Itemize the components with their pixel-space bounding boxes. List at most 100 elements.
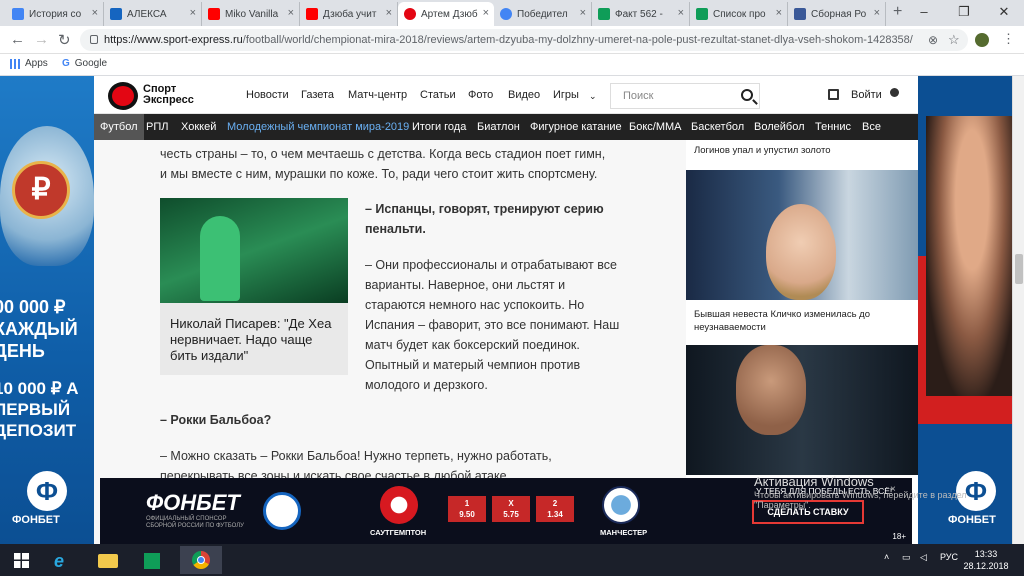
taskbar-clock[interactable]: 13:33 28.12.2018	[962, 548, 1010, 572]
nav-video[interactable]: Видео	[508, 89, 540, 101]
minimize-icon[interactable]: –	[904, 0, 944, 26]
new-tab-plus-icon[interactable]: +	[893, 3, 902, 21]
edit-icon[interactable]	[828, 89, 839, 100]
chrome-taskbar-icon[interactable]	[180, 546, 222, 574]
sports-menu: Футбол РПЛ Хоккей Молодежный чемпионат м…	[94, 114, 918, 140]
left-ad-text-1: 00 000 ₽ КАЖДЫЙ ДЕНЬ	[0, 297, 78, 361]
bookmark-google[interactable]: G Google	[62, 58, 107, 69]
close-icon[interactable]: ×	[288, 7, 294, 19]
star-icon[interactable]: ☆	[948, 32, 960, 48]
scroll-thumb[interactable]	[1015, 254, 1023, 284]
sheets-icon	[598, 8, 610, 20]
tab-9[interactable]: Сборная Ро ×	[788, 2, 886, 26]
lock-icon	[90, 35, 98, 44]
sport-tennis[interactable]: Теннис	[815, 121, 851, 133]
nav-articles[interactable]: Статьи	[420, 89, 456, 101]
close-icon[interactable]: ×	[190, 7, 196, 19]
sport-express-logo-icon[interactable]	[108, 82, 138, 110]
fonbet-logo-icon: Ф	[27, 471, 67, 511]
sport-express-icon	[404, 8, 416, 20]
left-ad-banner[interactable]: ₽ 00 000 ₽ КАЖДЫЙ ДЕНЬ 10 000 ₽ А ПЕРВЫЙ…	[0, 76, 94, 544]
login-link[interactable]: Войти	[851, 89, 882, 101]
close-window-icon[interactable]: ✕	[984, 0, 1024, 26]
ad-person-image	[926, 116, 1018, 396]
left-ad-brand: ФОНБЕТ	[12, 514, 60, 526]
language-indicator[interactable]: РУС	[940, 552, 958, 562]
tab-6[interactable]: Победител ×	[494, 2, 592, 26]
team-1-name: САУТГЕМПТОН	[370, 528, 427, 537]
nav-news[interactable]: Новости	[246, 89, 289, 101]
close-icon[interactable]: ×	[776, 7, 782, 19]
nav-photo[interactable]: Фото	[468, 89, 493, 101]
web-page: ₽ 00 000 ₽ КАЖДЫЙ ДЕНЬ 10 000 ₽ А ПЕРВЫЙ…	[0, 76, 1024, 544]
bottom-ad-logo: ФОНБЕТ	[146, 490, 240, 515]
sport-rpl[interactable]: РПЛ	[146, 121, 168, 133]
url-bar[interactable]: https://www.sport-express.ru/football/wo…	[80, 29, 968, 51]
sport-basketball[interactable]: Баскетбол	[691, 121, 744, 133]
odd-2[interactable]: 2 1.34	[536, 496, 574, 522]
page-scrollbar[interactable]	[1012, 76, 1024, 544]
sport-boxing[interactable]: Бокс/ММА	[629, 121, 682, 133]
tab-3[interactable]: Miko Vanilla ×	[202, 2, 300, 26]
forward-arrow-icon[interactable]: →	[34, 31, 49, 48]
favicon-icon	[110, 8, 122, 20]
cast-icon[interactable]: ⊗	[928, 33, 938, 47]
sport-volleyball[interactable]: Волейбол	[754, 121, 805, 133]
ie-icon[interactable]: e	[44, 548, 80, 572]
menu-dots-icon[interactable]: ⋮	[1002, 31, 1015, 47]
woman-photo	[766, 204, 836, 300]
tab-1[interactable]: История со ×	[6, 2, 104, 26]
volume-icon[interactable]: ◁	[920, 552, 927, 563]
tab-7[interactable]: Факт 562 - ×	[592, 2, 690, 26]
close-icon[interactable]: ×	[678, 7, 684, 19]
favicon-icon	[12, 8, 24, 20]
nav-newspaper[interactable]: Газета	[301, 89, 334, 101]
reload-icon[interactable]: ↻	[58, 31, 71, 49]
sport-hockey[interactable]: Хоккей	[181, 121, 216, 133]
restore-icon[interactable]: ❐	[944, 0, 984, 26]
related-article-title[interactable]: Николай Писарев: "Де Хеа нервничает. Над…	[170, 316, 340, 364]
avatar[interactable]	[975, 33, 989, 47]
goalkeeper-photo	[160, 198, 348, 303]
google-icon	[500, 8, 512, 20]
close-icon[interactable]: ×	[483, 7, 489, 19]
news-item-1[interactable]: Логинов упал и упустил золото	[694, 144, 914, 157]
close-icon[interactable]: ×	[874, 7, 880, 19]
store-icon[interactable]	[134, 548, 170, 572]
nav-match-center[interactable]: Матч-центр	[348, 89, 407, 101]
sport-figure-skating[interactable]: Фигурное катание	[530, 121, 622, 133]
close-icon[interactable]: ×	[580, 7, 586, 19]
site-logo-text[interactable]: Спорт Экспресс	[143, 84, 194, 106]
tab-5-active[interactable]: Артем Дзюб ×	[398, 2, 494, 26]
sport-biathlon[interactable]: Биатлон	[477, 121, 520, 133]
tab-8[interactable]: Список про ×	[690, 2, 788, 26]
odd-x[interactable]: X 5.75	[492, 496, 530, 522]
news-item-2[interactable]: Бывшая невеста Кличко изменилась до неуз…	[694, 308, 914, 334]
chevron-down-icon[interactable]: ⌄	[589, 91, 597, 102]
news-photo-2[interactable]	[686, 345, 918, 475]
related-article-card[interactable]: Николай Писарев: "Де Хеа нервничает. Над…	[160, 198, 348, 375]
nav-games[interactable]: Игры	[553, 89, 579, 101]
sport-football[interactable]: Футбол	[94, 114, 144, 140]
search-input[interactable]: Поиск	[610, 83, 760, 109]
tray-expand-icon[interactable]: ˄	[884, 552, 889, 562]
sport-year-results[interactable]: Итоги года	[412, 121, 466, 133]
back-arrow-icon[interactable]: ←	[10, 31, 25, 48]
network-icon[interactable]: ▭	[902, 552, 911, 563]
user-icon[interactable]	[890, 88, 899, 97]
youtube-icon	[306, 8, 318, 20]
sport-all[interactable]: Все	[862, 121, 881, 133]
southampton-crest-icon	[380, 486, 418, 524]
tab-2[interactable]: АЛЕКСА ×	[104, 2, 202, 26]
file-explorer-icon[interactable]	[90, 548, 126, 572]
bookmark-apps[interactable]: Apps	[10, 58, 48, 69]
search-icon[interactable]	[741, 89, 753, 101]
odd-1[interactable]: 1 9.50	[448, 496, 486, 522]
tab-4[interactable]: Дзюба учит ×	[300, 2, 398, 26]
news-photo-1[interactable]	[686, 170, 918, 300]
windows-activation-title: Активация Windows	[754, 474, 874, 489]
windows-start-icon[interactable]	[4, 548, 40, 572]
close-icon[interactable]: ×	[92, 7, 98, 19]
sport-youth-wc[interactable]: Молодежный чемпионат мира-2019	[227, 121, 409, 133]
close-icon[interactable]: ×	[386, 7, 392, 19]
